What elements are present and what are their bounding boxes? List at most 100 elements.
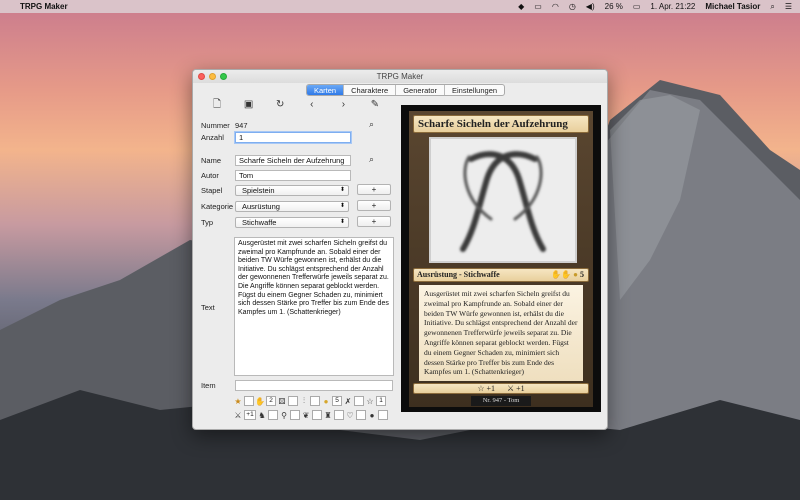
bomb-icon: ● [369,410,375,420]
minimize-window-button[interactable] [209,73,216,80]
tab-charaktere[interactable]: Charaktere [344,85,397,95]
hands-icon: ✋✋ [551,270,572,279]
anzahl-label: Anzahl [201,132,224,142]
previous-icon[interactable]: ‹ [306,99,318,111]
swords-value-field[interactable]: +1 [244,410,256,420]
search-name-icon[interactable]: ⌕ [369,154,374,165]
anzahl-input[interactable]: 1 [235,131,351,143]
chevron-updown-icon: ⬍ [339,202,345,209]
dagger-icon: ⚲ [281,410,287,420]
card: Scharfe Sicheln der Aufzehrung Ausrüstun… [409,111,593,407]
dagger-value-field[interactable] [290,410,300,420]
autor-input[interactable]: Tom [235,169,351,181]
text-label: Text [201,302,215,312]
card-cost-value: 5 [580,270,584,279]
time-machine-icon[interactable]: ◷ [569,2,576,11]
tab-bar: Karten Charaktere Generator Einstellunge… [306,84,506,96]
item-row: Item [201,379,393,391]
tab-generator[interactable]: Generator [396,85,445,95]
volume-icon[interactable]: ◀) [586,2,595,11]
stapel-row: Stapel Spielstein ⬍ [201,184,349,196]
wifi-icon[interactable]: ◠ [552,2,559,11]
bomb-value-field[interactable] [378,410,388,420]
wing-value-field[interactable] [312,410,322,420]
card-text: Ausgerüstet mit zwei scharfen Sicheln gr… [419,285,583,381]
boot-value-field[interactable] [268,410,278,420]
save-icon[interactable]: ▣ [243,99,255,111]
star-outline-value-field[interactable]: 1 [376,396,386,406]
cross-value-field[interactable] [354,396,364,406]
chevron-updown-icon: ⬍ [339,218,345,225]
shirt-value-field[interactable] [334,410,344,420]
card-title: Scharfe Sicheln der Aufzehrung [413,115,589,133]
card-toolbar: 🗋 ▣ ↻ ‹ › ✎ [201,99,391,111]
hand-icon: ✋ [255,396,265,406]
card-type-line: Ausrüstung - Stichwaffe ✋✋ ● 5 [413,268,589,282]
stapel-select[interactable]: Spielstein ⬍ [235,184,349,196]
coin-value-field[interactable]: 5 [332,396,342,406]
add-stapel-button[interactable]: + [357,184,391,195]
star-outline-icon: ☆ [477,384,485,393]
kategorie-select[interactable]: Ausrüstung ⬍ [235,200,349,212]
shirt-icon: ♜ [324,410,332,420]
crossed-swords-icon: ⚔ [507,384,515,393]
anzahl-row: Anzahl 1 [201,131,351,143]
typ-select-value: Stichwaffe [242,217,277,227]
kategorie-select-value: Ausrüstung [242,201,280,211]
window-titlebar[interactable]: TRPG Maker [193,70,607,83]
card-type-stats: ✋✋ ● 5 [551,269,584,281]
attribute-row-2: ⚔ +1 ♞ ⚲ ❦ ♜ ♡ ● [233,408,393,422]
add-typ-button[interactable]: + [357,216,391,227]
search-number-icon[interactable]: ⌕ [369,119,374,130]
dice-value-field[interactable] [288,396,298,406]
spotlight-icon[interactable]: ⌕ [770,2,774,12]
battery-percent[interactable]: 26 % [605,2,623,11]
stapel-label: Stapel [201,185,223,195]
item-label: Item [201,380,216,390]
add-kategorie-button[interactable]: + [357,200,391,211]
card-type-text: Ausrüstung - Stichwaffe [417,270,500,279]
tab-einstellungen[interactable]: Einstellungen [445,85,504,95]
boot-icon: ♞ [258,410,266,420]
card-preview: Scharfe Sicheln der Aufzehrung Ausrüstun… [401,105,601,412]
refresh-icon[interactable]: ↻ [274,99,286,111]
chevron-updown-icon: ⬍ [339,186,345,193]
attribute-row-1: ★ ✋ 2 ⚄ ⫶ ● 5 ✗ ☆ 1 [233,394,393,408]
card-text-input[interactable]: Ausgerüstet mit zwei scharfen Sicheln gr… [234,237,394,376]
name-input[interactable]: Scharfe Sicheln der Aufzehrung [235,154,351,166]
dice-icon: ⚄ [278,396,286,406]
kategorie-label: Kategorie [201,201,234,211]
battery-icon[interactable]: ▭ [633,2,641,11]
menubar: TRPG Maker ◆ ▭ ◠ ◷ ◀) 26 % ▭ 1. Apr. 21:… [0,0,800,13]
tab-karten[interactable]: Karten [307,85,345,95]
nummer-row: Nummer 947 [201,119,248,131]
typ-select[interactable]: Stichwaffe ⬍ [235,216,349,228]
card-bonus-line: ☆ +1 ⚔ +1 [413,383,589,394]
zoom-window-button[interactable] [220,73,227,80]
menubar-app-name[interactable]: TRPG Maker [20,2,68,11]
menubar-clock[interactable]: 1. Apr. 21:22 [650,2,695,11]
edit-icon[interactable]: ✎ [369,99,381,111]
star-value-field[interactable] [244,396,254,406]
coin-icon: ● [323,396,329,406]
menubar-user[interactable]: Michael Tasior [705,2,760,11]
star-outline-icon: ☆ [366,396,374,406]
kategorie-row: Kategorie Ausrüstung ⬍ [201,200,349,212]
notification-center-icon[interactable]: ☰ [785,2,792,11]
name-label: Name [201,155,222,165]
airplay-icon[interactable]: ▭ [534,2,542,11]
coin-icon: ● [573,270,578,279]
dropbox-icon[interactable]: ◆ [518,2,524,11]
next-icon[interactable]: › [337,99,349,111]
card-bonus-swords-value: +1 [516,384,525,393]
card-bonus-star-value: +1 [486,384,495,393]
chart-value-field[interactable] [310,396,320,406]
item-input[interactable] [235,379,393,391]
close-window-button[interactable] [198,73,205,80]
new-document-icon[interactable]: 🗋 [211,99,223,111]
hand-value-field[interactable]: 2 [266,396,276,406]
heart-value-field[interactable] [356,410,366,420]
crossed-sickles-image [460,151,546,252]
typ-row: Typ Stichwaffe ⬍ [201,216,349,228]
text-row: Text [201,301,235,313]
